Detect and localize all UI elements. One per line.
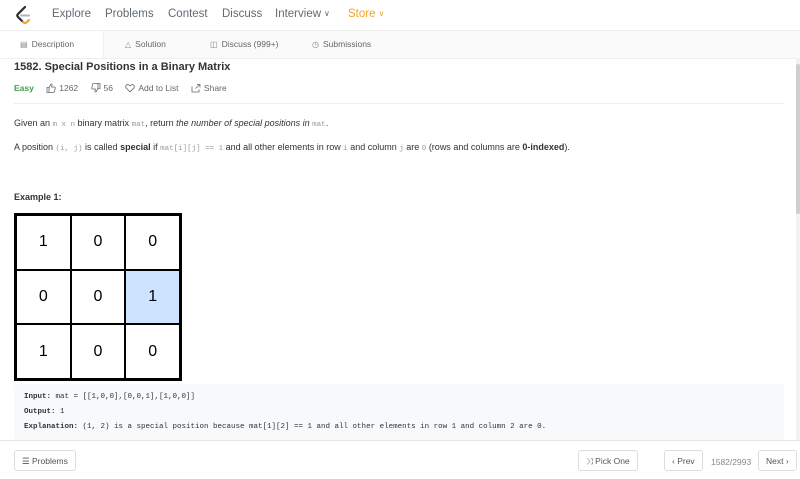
emphasis-text: the number of special positions in bbox=[176, 118, 313, 128]
tab-submissions-label: Submissions bbox=[322, 39, 372, 49]
description-paragraph-1: Given an m x n binary matrix mat, return… bbox=[14, 118, 328, 129]
problems-label: Problems bbox=[31, 456, 68, 466]
matrix-cell: 0 bbox=[125, 215, 180, 270]
matrix-cell: 1 bbox=[16, 215, 71, 270]
text: are bbox=[403, 142, 422, 152]
inline-code: (i, j) bbox=[55, 145, 83, 153]
matrix-cell: 0 bbox=[70, 324, 126, 379]
inline-code: mat[i][j] == 1 bbox=[160, 145, 224, 153]
like-button[interactable]: 1262 bbox=[46, 82, 78, 93]
top-navbar: Explore Problems Contest Discuss Intervi… bbox=[0, 0, 800, 31]
nav-discuss[interactable]: Discuss bbox=[222, 8, 262, 20]
text: and column bbox=[347, 142, 400, 152]
matrix-cell: 0 bbox=[125, 324, 180, 379]
output-value: 1 bbox=[55, 408, 65, 416]
nav-store-label: Store bbox=[348, 8, 376, 20]
like-count: 1262 bbox=[59, 83, 79, 94]
heart-icon bbox=[125, 84, 136, 93]
pick-one-label: Pick One bbox=[595, 456, 630, 466]
explanation-value: (1, 2) is a special position because mat… bbox=[78, 423, 547, 431]
bottom-bar: ☰ Problems ⤨ Pick One ‹ Prev 1582/2993 N… bbox=[0, 440, 800, 479]
add-to-list-label: Add to List bbox=[138, 83, 179, 94]
text: Given an bbox=[14, 118, 53, 128]
text: is called bbox=[82, 142, 121, 152]
share-button[interactable]: Share bbox=[191, 82, 227, 93]
explanation-label: Explanation: bbox=[24, 423, 79, 431]
matrix-cell: 0 bbox=[70, 215, 126, 270]
next-button[interactable]: Next › bbox=[758, 450, 797, 471]
inline-code: mat bbox=[131, 121, 146, 129]
matrix-cell-highlighted: 1 bbox=[125, 269, 180, 325]
tab-discuss-label: Discuss (999+) bbox=[221, 39, 279, 49]
input-value: mat = [[1,0,0],[0,0,1],[1,0,0]] bbox=[51, 393, 196, 401]
nav-problems[interactable]: Problems bbox=[105, 8, 154, 20]
thumbs-down-icon bbox=[90, 83, 100, 93]
text: and all other elements in row bbox=[223, 142, 344, 152]
example-code-block: Input: mat = [[1,0,0],[0,0,1],[1,0,0]] O… bbox=[14, 384, 784, 440]
problem-description-panel[interactable]: 1582. Special Positions in a Binary Matr… bbox=[0, 58, 796, 440]
history-icon: ◷ bbox=[312, 40, 319, 49]
add-to-list-button[interactable]: Add to List bbox=[125, 82, 179, 94]
input-label: Input: bbox=[24, 393, 52, 401]
leetcode-logo-icon[interactable] bbox=[14, 5, 32, 25]
description-icon: ▤ bbox=[20, 40, 28, 49]
problem-tabs: ▤ Description △ Solution ◫ Discuss (999+) ◷… bbox=[0, 31, 800, 59]
example-explanation: Explanation: (1, 2) is a special positio… bbox=[24, 423, 546, 431]
nav-explore[interactable]: Explore bbox=[52, 8, 91, 20]
inline-code: m x n bbox=[52, 121, 76, 129]
text: , return bbox=[145, 118, 177, 128]
nav-interview-label: Interview bbox=[275, 8, 322, 20]
dislike-count: 56 bbox=[103, 83, 113, 94]
shuffle-icon: ⤨ bbox=[586, 456, 596, 466]
description-paragraph-2: A position (i, j) is called special if m… bbox=[14, 142, 570, 153]
text: ). bbox=[564, 142, 570, 152]
dislike-button[interactable]: 56 bbox=[90, 82, 113, 94]
text: A position bbox=[14, 142, 56, 152]
problem-counter: 1582/2993 bbox=[711, 457, 752, 467]
thumbs-up-icon bbox=[46, 83, 56, 94]
chevron-right-icon: › bbox=[783, 456, 789, 466]
tab-discuss[interactable]: ◫ Discuss (999+) bbox=[210, 31, 279, 58]
text: (rows and columns are bbox=[426, 142, 523, 152]
example-title: Example 1: bbox=[14, 192, 62, 202]
example-input: Input: mat = [[1,0,0],[0,0,1],[1,0,0]] bbox=[24, 393, 195, 401]
list-icon: ☰ bbox=[22, 456, 32, 466]
discuss-icon: ◫ bbox=[210, 40, 218, 49]
bold-text: special bbox=[120, 142, 151, 152]
problem-meta-row: Easy 1262 56 Add to List Share bbox=[14, 82, 237, 93]
output-label: Output: bbox=[24, 408, 56, 416]
nav-interview[interactable]: Interview ∨ bbox=[275, 8, 330, 20]
text: . bbox=[325, 118, 329, 128]
difficulty-badge: Easy bbox=[14, 82, 34, 93]
prev-button[interactable]: ‹ Prev bbox=[664, 450, 703, 471]
share-icon bbox=[191, 84, 201, 93]
flask-icon: △ bbox=[125, 40, 132, 49]
chevron-down-icon: ∨ bbox=[324, 9, 330, 18]
problem-title: 1582. Special Positions in a Binary Matr… bbox=[14, 61, 231, 73]
inline-code: mat bbox=[312, 121, 326, 129]
pick-one-button[interactable]: ⤨ Pick One bbox=[578, 450, 638, 471]
chevron-down-icon: ∨ bbox=[378, 9, 385, 18]
matrix-cell: 0 bbox=[70, 269, 126, 325]
tab-description[interactable]: ▤ Description bbox=[0, 31, 104, 58]
text: if bbox=[150, 142, 161, 152]
example-matrix-image: 1 0 0 0 0 1 1 0 0 bbox=[14, 213, 182, 381]
nav-contest[interactable]: Contest bbox=[168, 8, 208, 20]
tab-submissions[interactable]: ◷ Submissions bbox=[312, 31, 371, 58]
tab-solution[interactable]: △ Solution bbox=[125, 31, 166, 58]
text: binary matrix bbox=[75, 118, 132, 128]
scrollbar-thumb[interactable] bbox=[796, 64, 800, 214]
nav-store[interactable]: Store ∨ bbox=[348, 8, 384, 20]
bold-text: 0-indexed bbox=[522, 142, 565, 152]
matrix-cell: 0 bbox=[16, 269, 71, 325]
matrix-cell: 1 bbox=[16, 324, 71, 379]
problems-list-button[interactable]: ☰ Problems bbox=[14, 450, 76, 471]
share-label: Share bbox=[203, 83, 227, 94]
prev-label: Prev bbox=[677, 456, 695, 466]
next-label: Next bbox=[766, 456, 784, 466]
tab-solution-label: Solution bbox=[135, 39, 166, 49]
tab-description-label: Description bbox=[31, 39, 75, 49]
example-output: Output: 1 bbox=[24, 408, 65, 416]
divider bbox=[14, 103, 784, 104]
